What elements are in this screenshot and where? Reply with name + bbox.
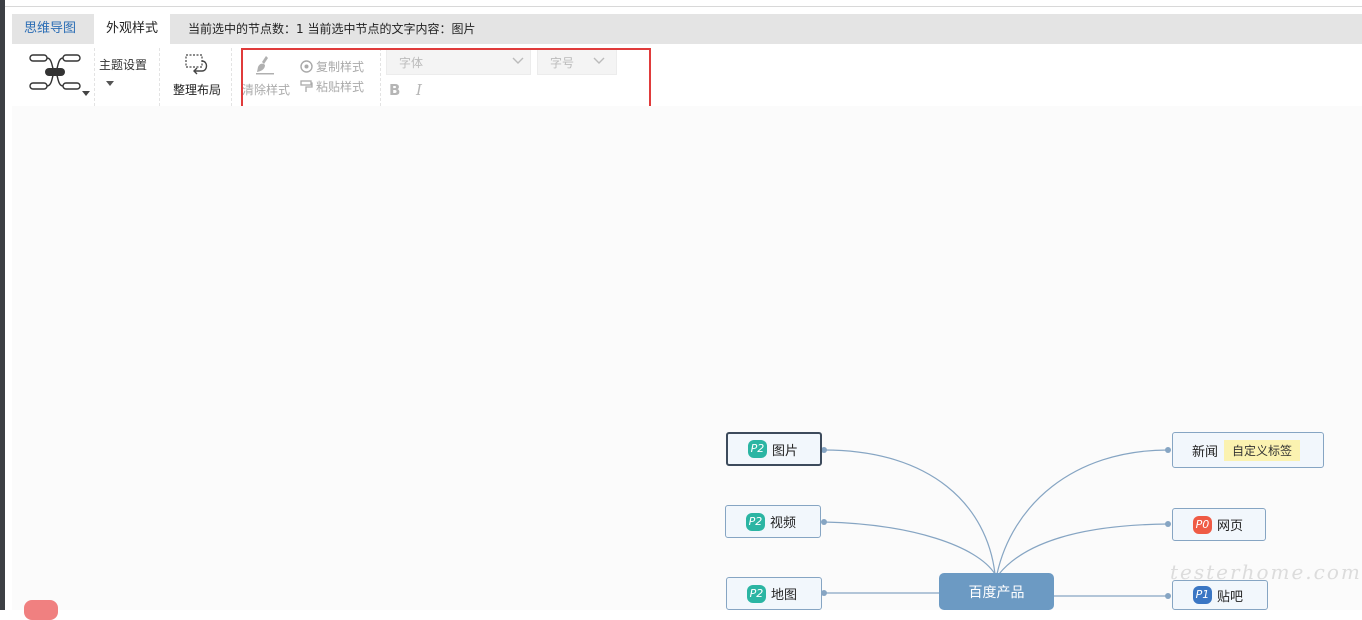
link-dot [1165,447,1171,453]
arrange-layout-icon [185,54,208,75]
theme-template-button[interactable] [28,52,90,98]
clear-style-button[interactable]: 清除样式 [240,52,292,100]
node-label: 贴吧 [1217,589,1244,605]
node-map[interactable]: P2 地图 [726,577,822,610]
font-family-placeholder: 字体 [399,56,424,70]
font-family-select[interactable]: 字体 [386,48,531,75]
node-label: 视频 [770,516,797,531]
clear-style-label: 清除样式 [241,83,290,97]
theme-setting-button[interactable]: 主题设置 [99,56,147,73]
paint-roller-icon [300,80,313,92]
node-label: 地图 [771,588,798,603]
toolbar-separator [231,48,232,106]
selection-status: 当前选中的节点数：1 当前选中节点的文字内容：图片 [188,22,476,36]
font-size-placeholder: 字号 [550,56,575,70]
copy-style-icon [300,60,313,73]
paste-style-button[interactable]: 粘贴样式 [300,78,364,95]
node-video[interactable]: P2 视频 [725,505,821,538]
chevron-down-icon [593,57,605,64]
toolbar-separator [159,48,160,106]
priority-badge: P1 [1193,586,1212,604]
custom-tag: 自定义标签 [1224,439,1301,461]
link-to-video [823,521,996,575]
link-to-image [823,449,996,575]
brush-icon [256,56,274,75]
theme-dropdown-caret-icon[interactable] [82,91,90,96]
toolbar-separator [94,48,95,106]
node-web[interactable]: P0 网页 [1172,508,1266,541]
font-size-select[interactable]: 字号 [537,48,617,75]
watermark: testerhome.com [1170,560,1362,584]
mindmap-template-icon [29,54,81,90]
priority-badge: P2 [747,584,766,603]
mindmap-canvas[interactable]: P2 图片 P2 视频 P2 地图 百度产品 新闻 自定义标签 P0 网页 P1… [12,106,1362,610]
link-to-web [998,523,1169,575]
tab-appearance[interactable]: 外观样式 [94,14,171,44]
toolbar-separator [380,48,381,106]
node-label: 网页 [1217,519,1244,534]
left-edge-bar [0,0,5,610]
arrange-layout-label: 整理布局 [172,83,221,97]
paste-style-label: 粘贴样式 [316,80,365,94]
tab-mindmap[interactable]: 思维导图 [12,14,88,44]
priority-badge: P0 [1193,515,1212,534]
chevron-down-icon [512,57,524,64]
priority-badge: P2 [748,440,767,458]
link-to-news [996,449,1169,575]
copy-style-button[interactable]: 复制样式 [300,58,364,75]
node-image[interactable]: P2 图片 [726,432,822,466]
copy-style-label: 复制样式 [316,60,365,74]
link-dot [1165,593,1171,599]
node-label: 新闻 [1192,444,1219,460]
bold-button[interactable]: B [389,81,400,99]
corner-widget[interactable] [24,600,58,620]
root-node[interactable]: 百度产品 [939,573,1054,610]
theme-setting-caret-icon[interactable] [106,81,114,86]
italic-button[interactable]: I [416,81,422,99]
node-label: 图片 [772,443,799,459]
priority-badge: P2 [746,512,765,531]
node-tieba[interactable]: P1 贴吧 [1172,580,1268,610]
tab-bar: 思维导图 外观样式 当前选中的节点数：1 当前选中节点的文字内容：图片 [12,14,1362,44]
mindmap-links [821,447,1171,599]
node-news[interactable]: 新闻 自定义标签 [1172,432,1324,468]
link-dot [1165,521,1171,527]
arrange-layout-button[interactable]: 整理布局 [170,52,224,100]
link-dot [821,519,827,525]
style-toolbar: 主题设置 整理布局 清除样式 复制样式 粘贴样式 字体 字号 B I [12,44,1362,106]
top-divider [5,6,1362,7]
